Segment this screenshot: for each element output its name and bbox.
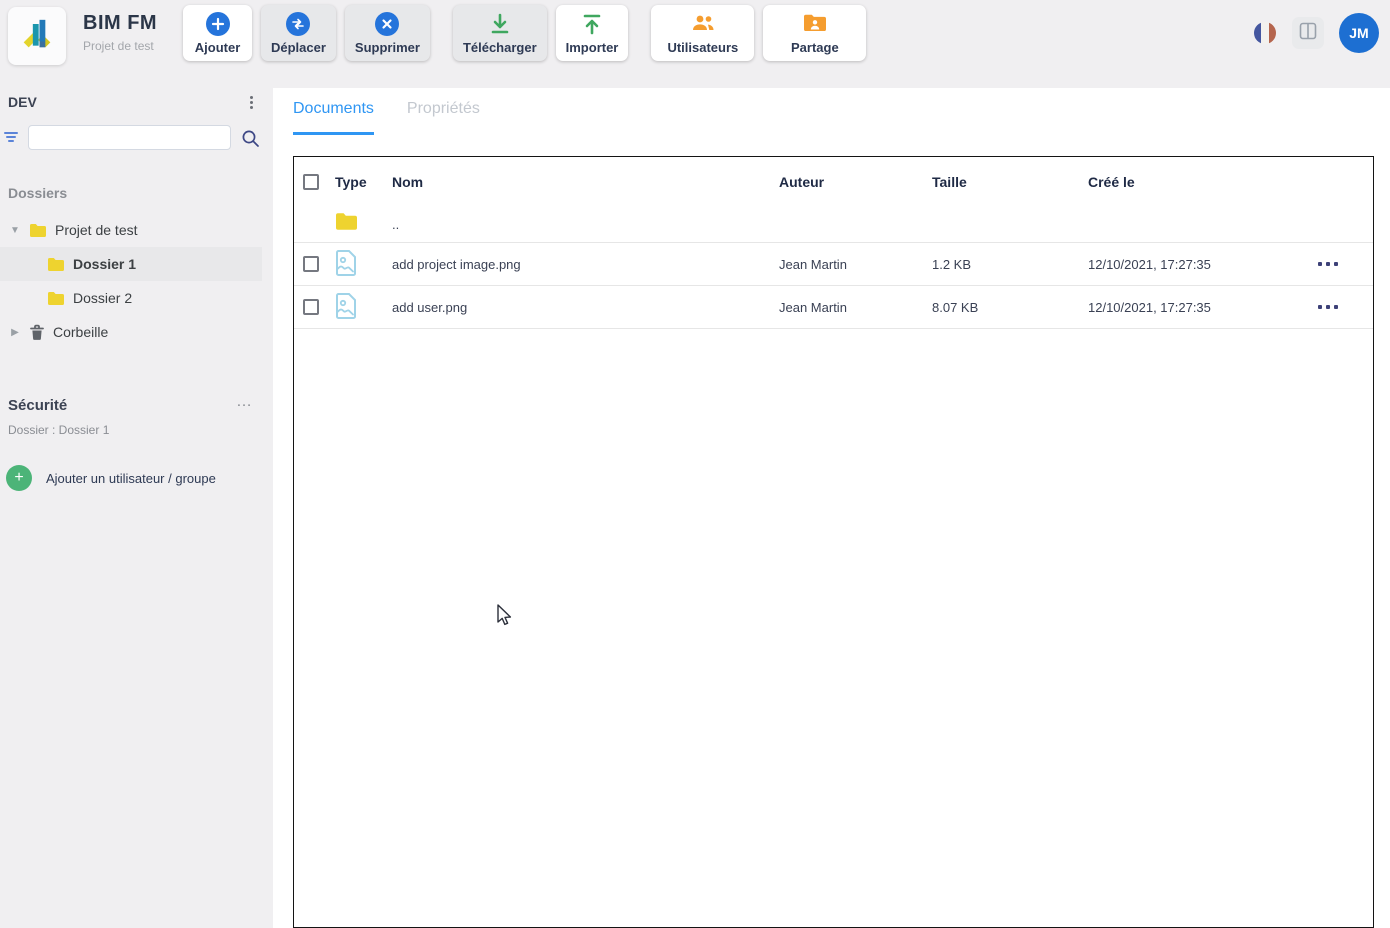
document-toolbar: Ajouter Déplacer Supprimer	[183, 5, 875, 61]
french-flag-icon[interactable]	[1254, 22, 1276, 44]
share-button[interactable]: Partage	[763, 5, 866, 61]
delete-circle-icon	[375, 12, 399, 36]
folder-icon	[335, 212, 392, 236]
security-heading: Sécurité	[8, 397, 273, 414]
row-name: add project image.png	[392, 257, 779, 272]
row-name: ..	[392, 217, 779, 232]
documents-table: Type Nom Auteur Taille Créé le ..	[293, 156, 1374, 928]
share-button-label: Partage	[791, 40, 839, 55]
search-icon[interactable]	[241, 129, 260, 153]
chevron-down-icon[interactable]: ▼	[8, 225, 22, 236]
tree-item-label: Corbeille	[53, 324, 108, 340]
security-panel: Sécurité … Dossier : Dossier 1 + Ajouter…	[0, 397, 273, 491]
brand-block: BIM FM Projet de test	[83, 12, 157, 53]
download-button-label: Télécharger	[463, 40, 537, 55]
workspace-row: DEV	[0, 88, 273, 112]
search-input[interactable]	[28, 125, 231, 150]
users-button[interactable]: Utilisateurs	[651, 5, 754, 61]
column-header-nom[interactable]: Nom	[392, 174, 779, 190]
tree-item-label: Projet de test	[55, 222, 138, 238]
tab-documents[interactable]: Documents	[293, 100, 374, 135]
add-button-label: Ajouter	[195, 40, 241, 55]
security-menu-button[interactable]: …	[236, 393, 253, 411]
split-view-button[interactable]	[1292, 17, 1324, 49]
row-size: 1.2 KB	[932, 257, 1088, 272]
column-header-auteur[interactable]: Auteur	[779, 174, 932, 190]
add-circle-icon	[206, 12, 230, 36]
security-context: Dossier : Dossier 1	[8, 423, 273, 437]
move-button-label: Déplacer	[271, 40, 326, 55]
search-row	[0, 125, 273, 151]
row-created: 12/10/2021, 17:27:35	[1088, 257, 1301, 272]
folder-icon	[47, 257, 65, 272]
trash-icon	[29, 324, 45, 341]
content-tabs: Documents Propriétés	[293, 100, 480, 135]
users-icon	[690, 12, 716, 37]
row-actions-button[interactable]	[1314, 256, 1342, 272]
image-file-icon	[335, 292, 392, 323]
add-user-group-button[interactable]: + Ajouter un utilisateur / groupe	[6, 465, 216, 491]
workspace-label: DEV	[8, 94, 37, 110]
bim-fm-logo-icon	[17, 14, 57, 59]
top-bar: BIM FM Projet de test Ajouter Déplacer S…	[0, 0, 1390, 88]
users-button-label: Utilisateurs	[667, 40, 738, 55]
folder-icon	[29, 223, 47, 238]
image-file-icon	[335, 249, 392, 280]
user-avatar[interactable]: JM	[1339, 13, 1379, 53]
tab-proprietes[interactable]: Propriétés	[407, 100, 480, 135]
table-row-add-user[interactable]: add user.png Jean Martin 8.07 KB 12/10/2…	[294, 286, 1373, 329]
row-created: 12/10/2021, 17:27:35	[1088, 300, 1301, 315]
column-header-cree-le[interactable]: Créé le	[1088, 174, 1301, 190]
add-user-group-label: Ajouter un utilisateur / groupe	[46, 471, 216, 486]
project-name: Projet de test	[83, 39, 157, 53]
row-author: Jean Martin	[779, 257, 932, 272]
split-pane-icon	[1299, 22, 1317, 45]
table-row-add-project-image[interactable]: add project image.png Jean Martin 1.2 KB…	[294, 243, 1373, 286]
import-button[interactable]: Importer	[556, 5, 629, 61]
upload-icon	[581, 12, 603, 39]
row-checkbox[interactable]	[303, 299, 319, 315]
folder-icon	[47, 291, 65, 306]
tree-item-label: Dossier 2	[73, 290, 132, 306]
workspace-menu-button[interactable]	[246, 92, 257, 113]
import-button-label: Importer	[566, 40, 619, 55]
row-name: add user.png	[392, 300, 779, 315]
table-row-parent-folder[interactable]: ..	[294, 206, 1373, 243]
delete-button[interactable]: Supprimer	[345, 5, 430, 61]
tree-item-corbeille[interactable]: ▶ Corbeille	[0, 315, 273, 349]
move-button[interactable]: Déplacer	[261, 5, 336, 61]
plus-circle-icon: +	[6, 465, 32, 491]
app-logo[interactable]	[8, 7, 66, 65]
folders-heading: Dossiers	[8, 185, 273, 201]
shared-folder-icon	[802, 12, 828, 37]
chevron-right-icon[interactable]: ▶	[8, 327, 22, 338]
row-checkbox[interactable]	[303, 256, 319, 272]
move-arrows-icon	[286, 12, 310, 36]
add-button[interactable]: Ajouter	[183, 5, 252, 61]
tree-item-projet-de-test[interactable]: ▼ Projet de test	[0, 213, 273, 247]
folder-tree: ▼ Projet de test Dossier 1 Dossier 2 ▶	[0, 213, 273, 349]
main-content: Documents Propriétés Type Nom Auteur Tai…	[273, 88, 1390, 928]
delete-button-label: Supprimer	[355, 40, 420, 55]
row-size: 8.07 KB	[932, 300, 1088, 315]
user-bar: JM	[1254, 0, 1379, 66]
row-actions-button[interactable]	[1314, 299, 1342, 315]
filter-icon[interactable]	[4, 130, 20, 149]
tree-item-dossier-2[interactable]: Dossier 2	[0, 281, 273, 315]
download-button[interactable]: Télécharger	[453, 5, 547, 61]
column-header-taille[interactable]: Taille	[932, 174, 1088, 190]
sidebar: DEV Dossiers ▼ Projet de test	[0, 88, 273, 928]
tree-item-dossier-1[interactable]: Dossier 1	[0, 247, 262, 281]
download-icon	[489, 12, 511, 39]
table-header-row: Type Nom Auteur Taille Créé le	[294, 157, 1373, 206]
tree-item-label: Dossier 1	[73, 256, 136, 272]
column-header-type[interactable]: Type	[335, 174, 392, 190]
row-author: Jean Martin	[779, 300, 932, 315]
select-all-checkbox[interactable]	[303, 174, 319, 190]
app-title: BIM FM	[83, 12, 157, 35]
